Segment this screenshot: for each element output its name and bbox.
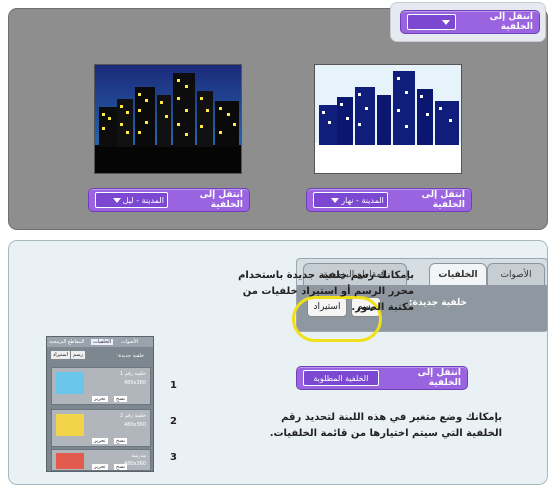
go-to-backdrop-night-block[interactable]: انتقل إلى الخلفية المدينة - ليل [88,188,250,212]
block-label: انتقل إلى الخلفية [417,368,461,388]
row-number-1: 1 [170,380,177,391]
chevron-down-icon [331,197,340,203]
mini-row-2: خلفية رقم 2 480x360 تحرير نسخ [51,409,151,447]
tab-backdrops[interactable]: الخلفيات [429,263,487,285]
mini-row-3: مدرسة 480x360 تحرير نسخ [51,449,151,471]
go-to-backdrop-day-block[interactable]: انتقل إلى الخلفية المدينة - نهار [306,188,472,212]
block-label: انتقل إلى الخلفية [489,12,533,32]
thumb-1 [56,372,84,394]
variable-slot[interactable]: الخلفية المطلوبة [303,370,379,386]
backdrop-dropdown[interactable] [407,14,456,30]
backdrop-dropdown[interactable]: المدينة - نهار [313,192,388,208]
chevron-down-icon [441,19,450,25]
paint-help-text: بإمكانك رسم خلفية جديدة باستخدام محرر ال… [238,270,414,313]
new-backdrop-label: خلفية جديدة: [408,298,467,308]
thumb-2 [56,414,84,436]
backdrop-dropdown[interactable]: المدينة - ليل [95,192,168,208]
block-label: انتقل إلى الخلفية [421,190,465,210]
go-to-backdrop-variable-block[interactable]: انتقل إلى الخلفية الخلفية المطلوبة [296,366,468,390]
mini-backdrops-screenshot: الأصوات الخلفيات المقاطع البرمجية خلفية … [46,336,154,472]
city-day-image [314,64,462,174]
block-label: انتقل إلى الخلفية [199,190,243,210]
city-night-image [94,64,242,174]
chevron-down-icon [112,197,121,203]
go-to-backdrop-block-header[interactable]: انتقل إلى الخلفية [400,10,540,34]
mini-row-1: خلفية رقم 1 480x360 تحرير نسخ [51,367,151,405]
row-number-3: 3 [170,452,177,463]
thumb-3 [56,453,84,469]
tab-sounds[interactable]: الأصوات [487,263,545,285]
variable-help-text: بإمكانك وضع متغير في هذه اللبنة لتحديد ر… [269,412,502,439]
row-number-2: 2 [170,416,177,427]
